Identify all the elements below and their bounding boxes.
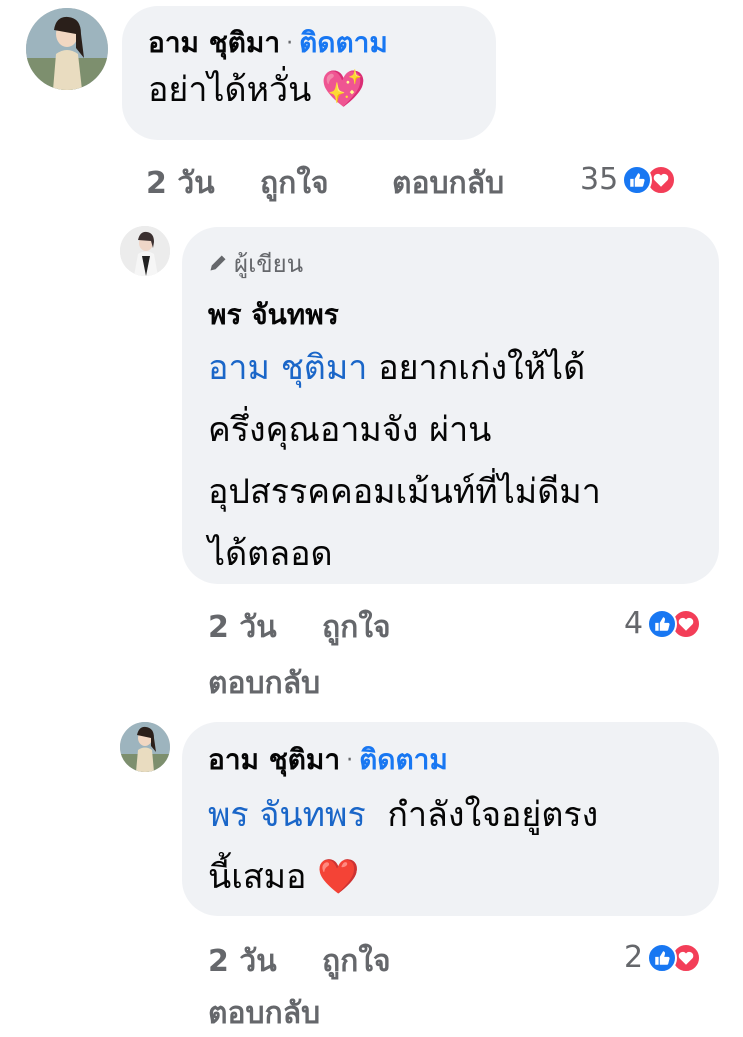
reply-text-line: อุปสรรคคอมเม้นท์ที่ไม่ดีมา <box>208 472 601 512</box>
follow-button[interactable]: ติดตาม <box>299 21 388 65</box>
avatar[interactable] <box>26 8 108 90</box>
reply-text-line: อยากเก่งให้ได้ <box>378 348 586 388</box>
reply-author[interactable]: พร จันทพร <box>208 293 693 333</box>
reply-text: พร จันทพร กำลังใจอยู่ตรง นี้เสมอ ❤️ <box>208 784 693 908</box>
red-heart-emoji: ❤️ <box>317 857 360 897</box>
follow-button[interactable]: ติดตาม <box>359 738 448 782</box>
reaction-summary[interactable]: 4 <box>624 606 702 641</box>
profile-photo <box>26 8 108 90</box>
like-button[interactable]: ถูกใจ <box>260 160 329 207</box>
comment-timestamp: 2 วัน <box>208 610 277 645</box>
reply-text-line: กำลังใจอยู่ตรง <box>387 795 599 835</box>
reaction-summary[interactable]: 35 <box>580 162 677 197</box>
like-reaction-icon <box>647 942 678 973</box>
reply-author[interactable]: อาม ชุติมา <box>208 738 340 782</box>
reaction-summary[interactable]: 2 <box>624 940 702 975</box>
like-button[interactable]: ถูกใจ <box>322 604 391 651</box>
reply-bubble: ผู้เขียน พร จันทพร อาม ชุติมา อยากเก่งให… <box>182 227 719 584</box>
profile-photo <box>120 722 170 772</box>
reply-button[interactable]: ตอบกลับ <box>208 990 320 1037</box>
pencil-icon <box>210 255 226 271</box>
avatar[interactable] <box>120 226 170 276</box>
reaction-count: 4 <box>624 606 644 641</box>
like-reaction-icon <box>647 608 678 639</box>
like-button[interactable]: ถูกใจ <box>322 938 391 985</box>
mention-link[interactable]: อาม ชุติมา <box>208 348 367 388</box>
reply-text-line: ครึ่งคุณอามจัง ผ่าน <box>208 410 492 450</box>
avatar[interactable] <box>120 722 170 772</box>
comment-text: อย่าได้หวั่น <box>148 70 312 110</box>
comment-timestamp: 2 วัน <box>208 944 277 979</box>
comment-author[interactable]: อาม ชุติมา <box>148 21 280 65</box>
mention-link[interactable]: พร จันทพร <box>208 795 366 835</box>
like-reaction-icon <box>622 164 653 195</box>
author-badge: ผู้เขียน <box>208 245 693 281</box>
reply-bubble: อาม ชุติมา · ติดตาม พร จันทพร กำลังใจอยู… <box>182 722 719 916</box>
reaction-count: 2 <box>624 940 644 975</box>
separator-dot: · <box>286 30 294 56</box>
sparkling-heart-emoji: 💖 <box>321 69 367 110</box>
reply-text-line: นี้เสมอ <box>208 857 307 897</box>
reply-button[interactable]: ตอบกลับ <box>208 660 320 707</box>
reaction-count: 35 <box>580 162 619 197</box>
reply-text: อาม ชุติมา อยากเก่งให้ได้ ครึ่งคุณอามจัง… <box>208 337 693 585</box>
profile-photo <box>120 226 170 276</box>
author-badge-label: ผู้เขียน <box>234 249 304 278</box>
comment-timestamp: 2 วัน <box>146 166 215 201</box>
comment-bubble: อาม ชุติมา · ติดตาม อย่าได้หวั่น 💖 <box>122 6 496 140</box>
reply-button[interactable]: ตอบกลับ <box>392 160 504 207</box>
reply-text-line: ได้ตลอด <box>208 534 333 574</box>
separator-dot: · <box>346 747 354 773</box>
